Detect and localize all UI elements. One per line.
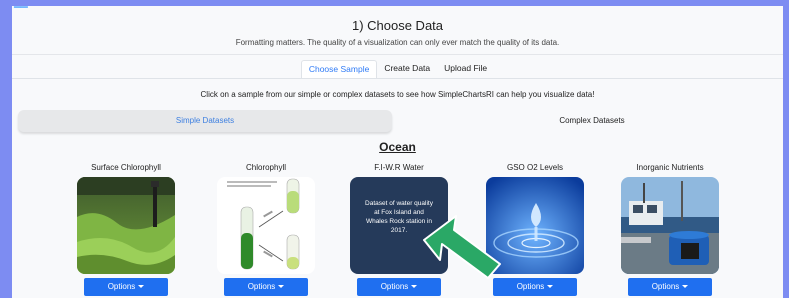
- options-dropdown-button[interactable]: Options: [357, 278, 441, 296]
- research-boat-image[interactable]: [621, 177, 719, 274]
- divider: [12, 54, 783, 55]
- caret-down-icon: [411, 285, 418, 289]
- options-dropdown-button[interactable]: Options: [224, 278, 308, 296]
- simple-datasets-toggle[interactable]: Simple Datasets: [18, 110, 392, 132]
- instruction-text: Click on a sample from our simple or com…: [200, 90, 595, 99]
- caret-down-icon: [682, 285, 689, 289]
- choose-data-panel: ▔▔ 1) Choose Data Formatting matters. Th…: [12, 6, 783, 298]
- green-arrow-icon: [423, 215, 501, 279]
- caret-down-icon: [278, 285, 285, 289]
- card-title: Chlorophyll: [245, 163, 287, 172]
- card-title: F.I-W.R Water: [374, 163, 424, 172]
- sample-card-inorganic-nutrients: Inorganic Nutrients Options: [619, 162, 721, 296]
- card-title: Inorganic Nutrients: [636, 163, 704, 172]
- green-algae-shore-image[interactable]: [77, 177, 175, 274]
- options-dropdown-button[interactable]: Options: [628, 278, 712, 296]
- sample-card-surface-chlorophyll: Surface Chlorophyll Options: [75, 162, 177, 296]
- page-subtitle: Formatting matters. The quality of a vis…: [235, 38, 560, 47]
- corner-mark: ▔▔: [14, 7, 28, 17]
- options-dropdown-button[interactable]: Options: [493, 278, 577, 296]
- tab-choose-sample[interactable]: Choose Sample: [300, 60, 378, 79]
- chlorophyll-lab-diagram-image[interactable]: [217, 177, 315, 274]
- complex-datasets-toggle[interactable]: Complex Datasets: [412, 110, 772, 132]
- tabs-divider: [12, 78, 783, 79]
- caret-down-icon: [138, 285, 145, 289]
- page-title: 1) Choose Data: [351, 18, 444, 33]
- tab-upload-file[interactable]: Upload File: [437, 60, 494, 79]
- sample-card-chlorophyll: Chlorophyll Options: [215, 162, 317, 296]
- card-title: GSO O2 Levels: [506, 163, 564, 172]
- options-dropdown-button[interactable]: Options: [84, 278, 168, 296]
- caret-down-icon: [547, 285, 554, 289]
- section-title: Ocean: [379, 140, 416, 154]
- card-title: Surface Chlorophyll: [91, 163, 161, 172]
- data-source-tabs: Choose Sample Create Data Upload File: [12, 60, 783, 79]
- tab-create-data[interactable]: Create Data: [377, 60, 437, 79]
